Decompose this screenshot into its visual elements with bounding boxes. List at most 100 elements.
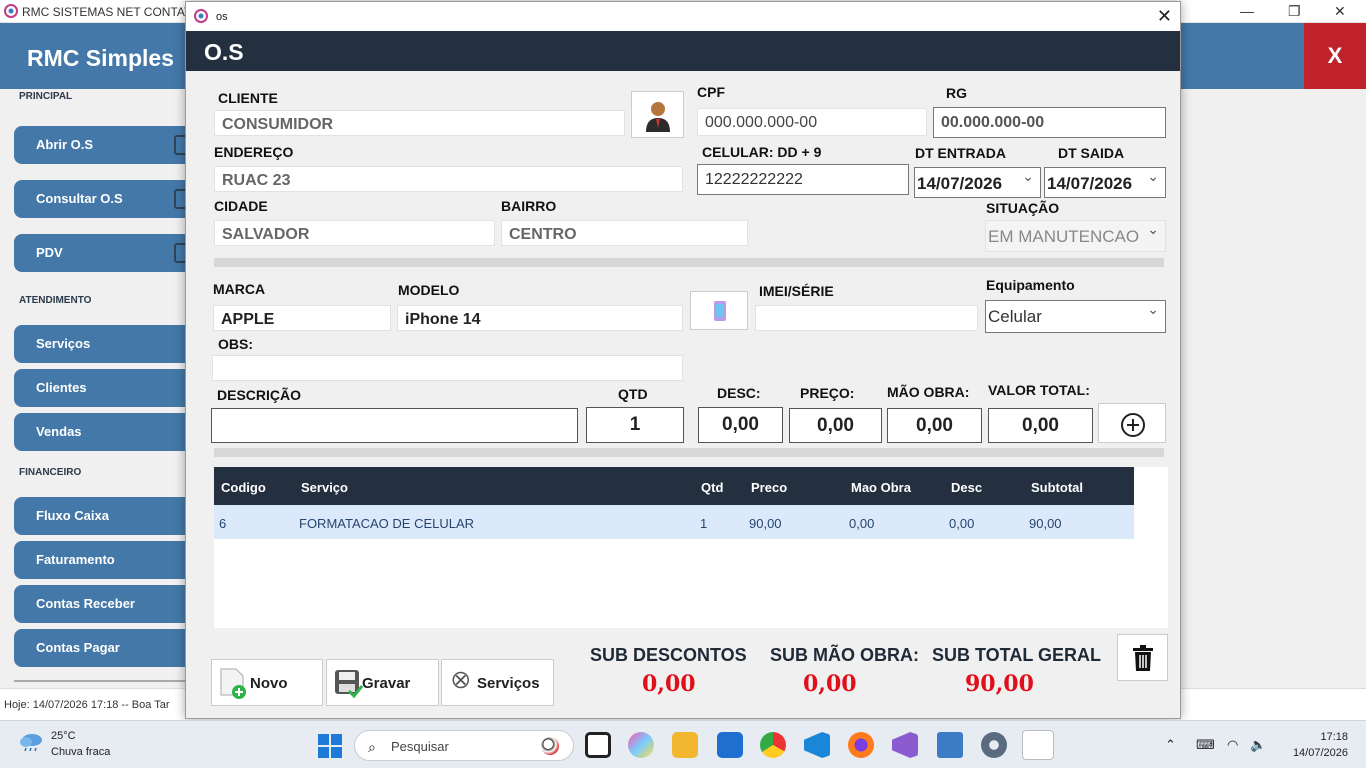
visual-studio-icon[interactable] <box>892 732 918 758</box>
search-icon: ⌕ <box>368 739 376 755</box>
descricao-field[interactable] <box>211 408 578 443</box>
servicos-button[interactable]: Serviços <box>441 659 554 706</box>
plus-circle-icon <box>1121 413 1145 437</box>
task-view-icon[interactable] <box>585 732 611 758</box>
taskbar: 25°C Chuva fraca ⌕ Pesquisar ⌃ ⌨ ◠ 🔈 17:… <box>0 720 1366 768</box>
notepad-icon[interactable] <box>937 732 963 758</box>
obs-field[interactable] <box>212 355 683 381</box>
endereco-field[interactable]: RUAC 23 <box>214 166 683 192</box>
chevron-up-icon[interactable]: ⌃ <box>1165 737 1176 753</box>
minimize-icon[interactable]: — <box>1240 3 1254 19</box>
sidebar-item-contas-receber[interactable]: Contas Receber <box>14 585 194 623</box>
qtd-field[interactable]: 1 <box>586 407 684 443</box>
imei-label: IMEI/SÉRIE <box>759 283 834 299</box>
cell-subtotal: 90,00 <box>1029 516 1062 531</box>
section-divider <box>214 258 1164 267</box>
app-exit-button[interactable]: X <box>1304 23 1366 89</box>
dt-saida-picker[interactable]: 14/07/2026 <box>1044 167 1166 198</box>
marca-field[interactable]: APPLE <box>213 305 391 331</box>
weather-rain-icon[interactable] <box>18 731 44 751</box>
sidebar-item-abrir-os[interactable]: Abrir O.S <box>14 126 194 164</box>
equipamento-select[interactable]: Celular <box>985 300 1166 333</box>
dt-saida-label: DT SAIDA <box>1058 145 1125 161</box>
modelo-field[interactable]: iPhone 14 <box>397 305 683 331</box>
desc-field[interactable]: 0,00 <box>698 407 783 443</box>
sub-total-geral-value: 90,00 <box>965 671 1034 697</box>
soccer-ball-icon <box>541 737 559 755</box>
trash-icon <box>1133 645 1153 671</box>
keyboard-icon[interactable]: ⌨ <box>1196 737 1215 753</box>
vscode-icon[interactable] <box>804 732 830 758</box>
device-lookup-button[interactable] <box>690 291 748 330</box>
weather-temp: 25°C <box>51 730 76 742</box>
imei-field[interactable] <box>755 305 978 331</box>
col-desc[interactable]: Desc <box>951 480 982 495</box>
firefox-icon[interactable] <box>848 732 874 758</box>
cpf-field[interactable]: 000.000.000-00 <box>697 108 927 136</box>
valor-total-field[interactable]: 0,00 <box>988 408 1093 443</box>
restore-icon[interactable]: ❐ <box>1288 3 1301 20</box>
add-item-button[interactable] <box>1098 403 1166 443</box>
sidebar-item-pdv[interactable]: PDV <box>14 234 194 272</box>
sidebar-item-clientes[interactable]: Clientes <box>14 369 194 407</box>
settings-gear-icon[interactable] <box>981 732 1007 758</box>
sub-mao-obra-value: 0,00 <box>803 671 857 697</box>
preco-field[interactable]: 0,00 <box>789 408 882 443</box>
user-icon <box>646 102 670 132</box>
windows-start-icon[interactable] <box>318 734 342 758</box>
descricao-label: DESCRIÇÃO <box>217 387 302 403</box>
new-document-icon <box>220 668 246 699</box>
sidebar-item-fluxo-caixa[interactable]: Fluxo Caixa <box>14 497 194 535</box>
dialog-close-icon[interactable]: ✕ <box>1157 6 1172 27</box>
cidade-label: CIDADE <box>214 198 268 214</box>
col-servico[interactable]: Serviço <box>301 480 348 495</box>
bairro-field[interactable]: CENTRO <box>501 220 748 246</box>
mao-obra-field[interactable]: 0,00 <box>887 408 982 443</box>
taskbar-search[interactable]: ⌕ Pesquisar <box>354 730 574 761</box>
speaker-icon[interactable]: 🔈 <box>1250 737 1266 753</box>
cell-servico: FORMATACAO DE CELULAR <box>299 516 475 531</box>
cidade-field[interactable]: SALVADOR <box>214 220 495 246</box>
col-codigo[interactable]: Codigo <box>221 480 266 495</box>
cliente-field[interactable]: CONSUMIDOR <box>214 110 625 136</box>
sidebar-item-faturamento[interactable]: Faturamento <box>14 541 194 579</box>
mao-obra-label: MÃO OBRA: <box>887 384 970 400</box>
col-preco[interactable]: Preco <box>751 480 787 495</box>
store-icon[interactable] <box>717 732 743 758</box>
brand-title: RMC Simples <box>27 45 174 71</box>
cell-mao-obra: 0,00 <box>849 516 875 531</box>
col-qtd[interactable]: Qtd <box>701 480 723 495</box>
wifi-icon[interactable]: ◠ <box>1227 737 1238 753</box>
copilot-icon[interactable] <box>628 732 654 758</box>
gravar-button[interactable]: Gravar <box>326 659 439 706</box>
marca-label: MARCA <box>213 281 266 297</box>
cliente-label: CLIENTE <box>218 90 278 106</box>
delete-item-button[interactable] <box>1117 634 1168 681</box>
sidebar-section-financeiro: FINANCEIRO <box>19 467 82 478</box>
sidebar-item-consultar-os[interactable]: Consultar O.S <box>14 180 194 218</box>
col-subtotal[interactable]: Subtotal <box>1031 480 1083 495</box>
weather-desc: Chuva fraca <box>51 746 111 758</box>
sidebar-item-vendas[interactable]: Vendas <box>14 413 194 451</box>
rmc-app-taskbar-icon[interactable] <box>1022 730 1054 760</box>
preco-label: PREÇO: <box>800 385 855 401</box>
situacao-select[interactable]: EM MANUTENCAO <box>985 220 1166 252</box>
novo-button[interactable]: Novo <box>211 659 323 706</box>
celular-field[interactable]: 12222222222 <box>697 164 909 195</box>
col-mao-obra[interactable]: Mao Obra <box>851 480 911 495</box>
table-row[interactable]: 6 FORMATACAO DE CELULAR 1 90,00 0,00 0,0… <box>214 505 1134 539</box>
endereco-label: ENDEREÇO <box>214 144 294 160</box>
celular-label: CELULAR: DD + 9 <box>702 144 822 160</box>
sidebar-item-servicos[interactable]: Serviços <box>14 325 194 363</box>
os-dialog: os ✕ O.S CLIENTE CONSUMIDOR CPF 000.000.… <box>185 1 1181 719</box>
close-window-icon[interactable]: ✕ <box>1334 3 1346 20</box>
services-grid[interactable]: Codigo Serviço Qtd Preco Mao Obra Desc S… <box>214 467 1168 628</box>
search-client-button[interactable] <box>631 91 684 138</box>
chrome-icon[interactable] <box>760 732 786 758</box>
file-explorer-icon[interactable] <box>672 732 698 758</box>
dt-entrada-picker[interactable]: 14/07/2026 <box>914 167 1041 198</box>
sidebar-item-contas-pagar[interactable]: Contas Pagar <box>14 629 194 667</box>
rg-field[interactable]: 00.000.000-00 <box>933 107 1166 138</box>
desc-label: DESC: <box>717 385 761 401</box>
taskbar-clock[interactable]: 17:18 14/07/2026 <box>1293 729 1348 761</box>
